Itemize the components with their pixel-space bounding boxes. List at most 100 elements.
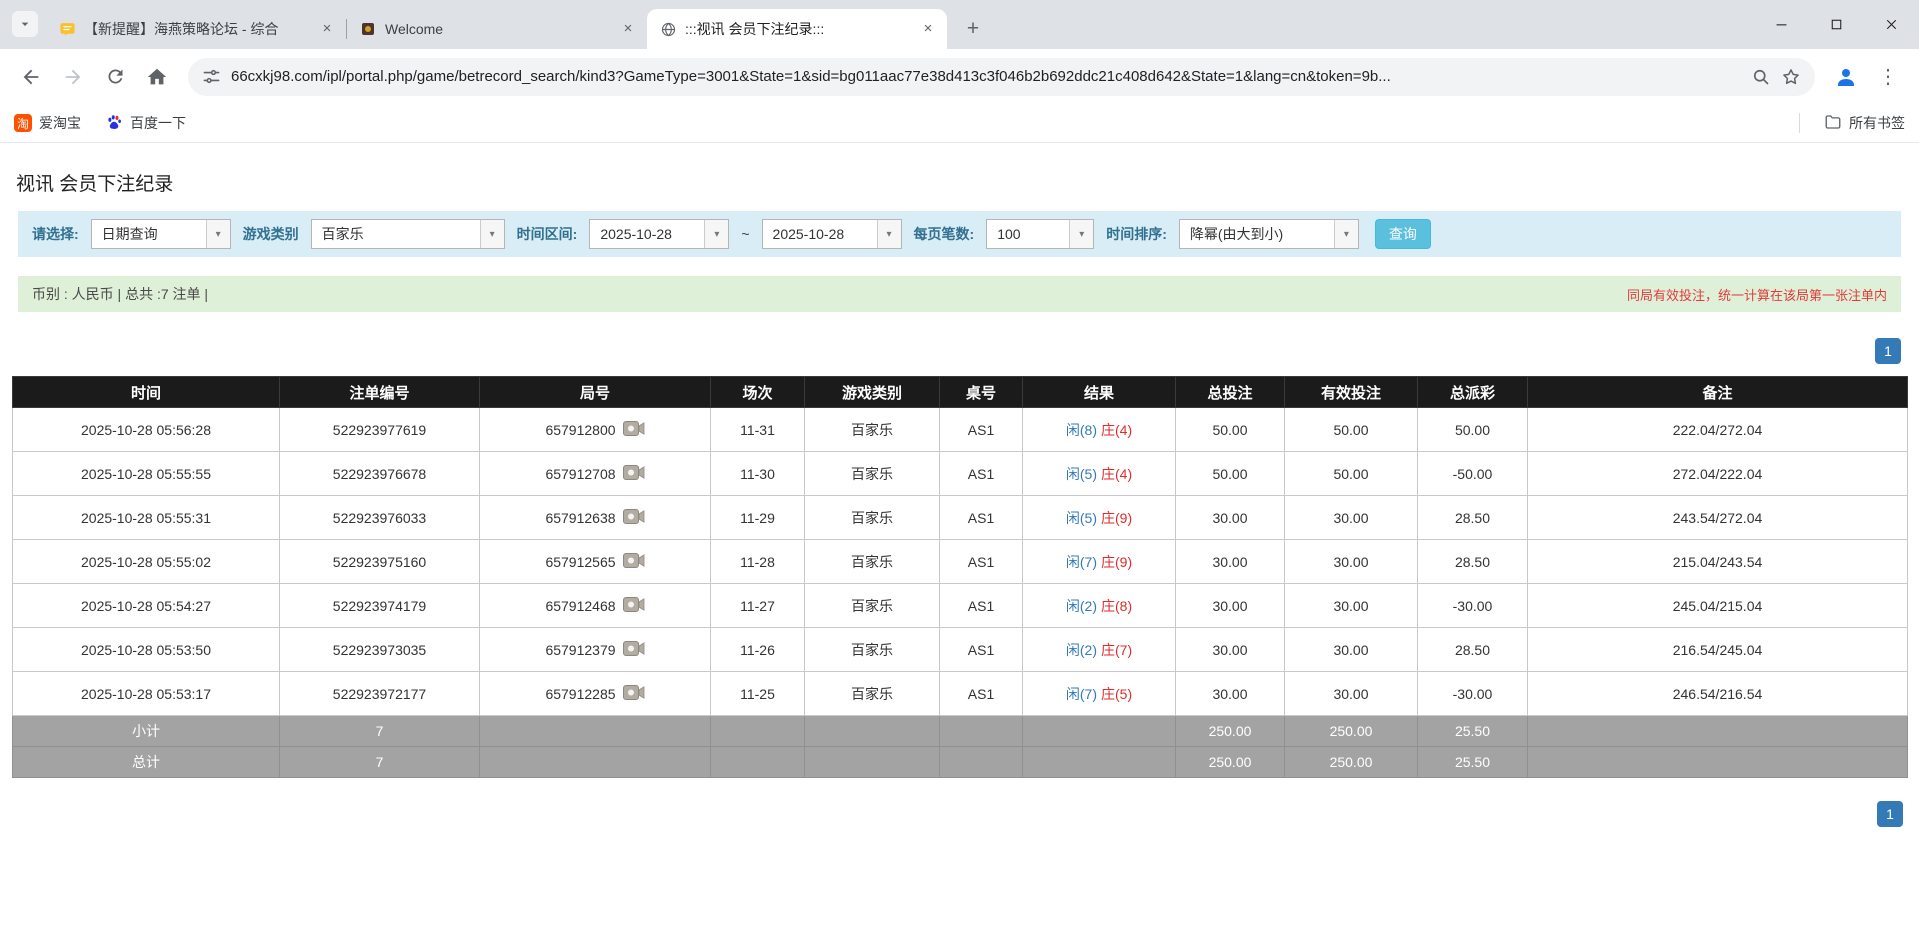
result-player: 闲(5) — [1066, 510, 1097, 526]
date-to-select[interactable]: 2025-10-28 ▾ — [762, 219, 902, 249]
chevron-down-icon[interactable]: ▾ — [1334, 220, 1358, 248]
forward-button[interactable] — [52, 56, 94, 98]
video-replay-icon[interactable] — [623, 640, 645, 660]
cell-total-bet-link[interactable]: 50.00 — [1176, 452, 1285, 496]
grand-total-count: 7 — [280, 747, 480, 778]
refresh-button[interactable] — [94, 56, 136, 98]
filter-bar: 请选择: 日期查询 ▾ 游戏类别 百家乐 ▾ 时间区间: 2025-10-28 … — [18, 211, 1901, 257]
video-replay-icon[interactable] — [623, 508, 645, 528]
video-replay-icon[interactable] — [623, 464, 645, 484]
all-bookmarks-button[interactable]: 所有书签 — [1824, 113, 1905, 134]
chevron-down-icon[interactable]: ▾ — [1069, 220, 1093, 248]
close-button[interactable] — [1864, 0, 1919, 49]
home-button[interactable] — [136, 56, 178, 98]
page-size-select[interactable]: 100 ▾ — [986, 219, 1094, 249]
cell-session: 11-31 — [711, 408, 805, 452]
cell-payout: -30.00 — [1418, 672, 1528, 716]
cell-result: 闲(2)庄(8) — [1023, 584, 1176, 628]
cell-table: AS1 — [940, 408, 1023, 452]
cell-total-bet-link[interactable]: 30.00 — [1176, 628, 1285, 672]
grand-total-total-bet: 250.00 — [1176, 747, 1285, 778]
cell-total-bet-link[interactable]: 30.00 — [1176, 496, 1285, 540]
bookmark-baidu[interactable]: 百度一下 — [105, 113, 186, 134]
search-button[interactable]: 查询 — [1375, 219, 1431, 249]
cell-total-bet-link[interactable]: 30.00 — [1176, 584, 1285, 628]
welcome-favicon-icon — [359, 20, 377, 38]
tab-welcome[interactable]: Welcome × — [347, 9, 647, 49]
cell-game: 百家乐 — [805, 584, 940, 628]
chevron-down-icon[interactable]: ▾ — [480, 220, 504, 248]
col-header-session: 场次 — [711, 377, 805, 408]
chevron-down-icon[interactable]: ▾ — [877, 220, 901, 248]
cell-session: 11-28 — [711, 540, 805, 584]
cell-session: 11-26 — [711, 628, 805, 672]
subtotal-row: 小计 7 250.00 250.00 25.50 — [13, 716, 1908, 747]
tab-close-icon[interactable]: × — [919, 20, 937, 38]
cell-total-bet-link[interactable]: 30.00 — [1176, 540, 1285, 584]
grand-total-valid-bet: 250.00 — [1285, 747, 1418, 778]
date-from-select[interactable]: 2025-10-28 ▾ — [589, 219, 729, 249]
video-replay-icon[interactable] — [623, 420, 645, 440]
chevron-down-icon[interactable]: ▾ — [206, 220, 230, 248]
menu-kebab-icon[interactable]: ⋮ — [1867, 56, 1909, 98]
bookmark-star-icon[interactable] — [1781, 67, 1801, 87]
back-button[interactable] — [10, 56, 52, 98]
summary-info-bar: 币别 : 人民币 | 总共 :7 注单 | 同局有效投注，统一计算在该局第一张注… — [18, 276, 1901, 312]
url-text[interactable]: 66cxkj98.com/ipl/portal.php/game/betreco… — [231, 68, 1741, 85]
profile-icon[interactable] — [1825, 56, 1867, 98]
col-header-table: 桌号 — [940, 377, 1023, 408]
zoom-icon[interactable] — [1751, 67, 1771, 87]
cell-result: 闲(8)庄(4) — [1023, 408, 1176, 452]
col-header-total-bet: 总投注 — [1176, 377, 1285, 408]
page-1-button[interactable]: 1 — [1877, 801, 1903, 827]
cell-payout: -30.00 — [1418, 584, 1528, 628]
bet-records-table: 时间 注单编号 局号 场次 游戏类别 桌号 结果 总投注 有效投注 总派彩 备注… — [12, 376, 1908, 778]
tab-close-icon[interactable]: × — [318, 20, 336, 38]
sort-select[interactable]: 降幂(由大到小) ▾ — [1179, 219, 1359, 249]
page-1-button[interactable]: 1 — [1875, 338, 1901, 364]
query-type-select[interactable]: 日期查询 ▾ — [91, 219, 231, 249]
subtotal-label: 小计 — [13, 716, 280, 747]
game-category-select[interactable]: 百家乐 ▾ — [311, 219, 505, 249]
col-header-time: 时间 — [13, 377, 280, 408]
table-row: 2025-10-28 05:53:17 522923972177 6579122… — [13, 672, 1908, 716]
table-row: 2025-10-28 05:55:02 522923975160 6579125… — [13, 540, 1908, 584]
address-bar[interactable]: 66cxkj98.com/ipl/portal.php/game/betreco… — [188, 58, 1815, 96]
grand-total-payout: 25.50 — [1418, 747, 1528, 778]
tab-title: Welcome — [385, 21, 611, 37]
maximize-button[interactable] — [1809, 0, 1864, 49]
grand-total-row: 总计 7 250.00 250.00 25.50 — [13, 747, 1908, 778]
new-tab-button[interactable]: + — [959, 15, 987, 43]
chevron-down-icon[interactable]: ▾ — [704, 220, 728, 248]
tab-betrecord[interactable]: :::视讯 会员下注纪录::: × — [647, 9, 947, 49]
cell-valid-bet: 30.00 — [1285, 540, 1418, 584]
subtotal-valid-bet: 250.00 — [1285, 716, 1418, 747]
tab-search-icon[interactable] — [12, 11, 38, 37]
page-content: 视讯 会员下注纪录 请选择: 日期查询 ▾ 游戏类别 百家乐 ▾ 时间区间: 2… — [0, 169, 1919, 827]
notice-text: 同局有效投注，统一计算在该局第一张注单内 — [1627, 285, 1887, 304]
cell-payout: 28.50 — [1418, 540, 1528, 584]
cell-bet-id: 522923975160 — [280, 540, 480, 584]
forum-favicon-icon — [58, 20, 76, 38]
cell-total-bet-link[interactable]: 50.00 — [1176, 408, 1285, 452]
cell-total-bet-link[interactable]: 30.00 — [1176, 672, 1285, 716]
video-replay-icon[interactable] — [623, 596, 645, 616]
site-info-icon[interactable] — [202, 67, 221, 86]
tab-title: :::视讯 会员下注纪录::: — [685, 19, 911, 39]
tab-strip: 【新提醒】海燕策略论坛 - 综合 × Welcome × :::视讯 会员下注纪… — [0, 0, 1919, 49]
video-replay-icon[interactable] — [623, 684, 645, 704]
minimize-button[interactable] — [1754, 0, 1809, 49]
cell-round-id: 657912468 — [480, 584, 711, 628]
table-row: 2025-10-28 05:55:55 522923976678 6579127… — [13, 452, 1908, 496]
cell-payout: 28.50 — [1418, 628, 1528, 672]
date-from-value: 2025-10-28 — [590, 220, 704, 248]
video-replay-icon[interactable] — [623, 552, 645, 572]
cell-payout: -50.00 — [1418, 452, 1528, 496]
cell-table: AS1 — [940, 628, 1023, 672]
cell-game: 百家乐 — [805, 496, 940, 540]
cell-valid-bet: 30.00 — [1285, 628, 1418, 672]
bookmark-taobao[interactable]: 淘 爱淘宝 — [14, 113, 81, 133]
tab-forum[interactable]: 【新提醒】海燕策略论坛 - 综合 × — [46, 9, 346, 49]
cell-bet-id: 522923977619 — [280, 408, 480, 452]
tab-close-icon[interactable]: × — [619, 20, 637, 38]
